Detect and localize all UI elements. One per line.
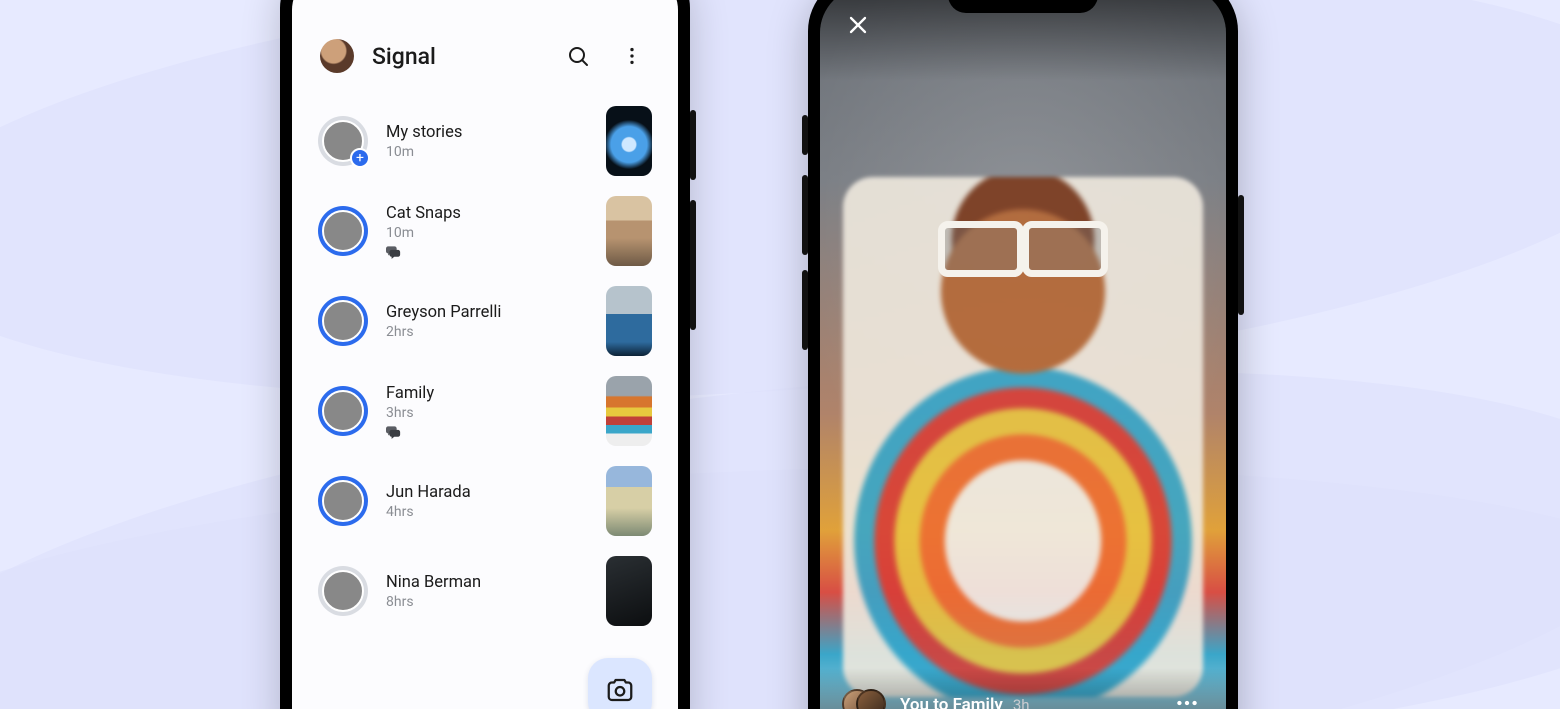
story-ring: + bbox=[318, 116, 368, 166]
more-vertical-icon[interactable] bbox=[614, 38, 650, 74]
story-thumbnail bbox=[606, 466, 652, 536]
close-icon[interactable] bbox=[842, 9, 874, 41]
replies-icon bbox=[386, 425, 588, 439]
story-thumbnail bbox=[606, 286, 652, 356]
story-title: Jun Harada bbox=[386, 483, 588, 502]
app-title: Signal bbox=[372, 43, 542, 70]
story-content[interactable]: You to Family 3h bbox=[820, 0, 1226, 709]
story-row[interactable]: Nina Berman 8hrs bbox=[302, 546, 668, 636]
story-subtitle: 4hrs bbox=[386, 504, 588, 520]
story-title: Family bbox=[386, 384, 588, 403]
phone-story-viewer: You to Family 3h bbox=[808, 0, 1238, 709]
story-row[interactable]: Family 3hrs bbox=[302, 366, 668, 456]
story-thumbnail bbox=[606, 106, 652, 176]
story-subtitle: 10m bbox=[386, 144, 588, 160]
avatar bbox=[322, 570, 364, 612]
avatar bbox=[322, 480, 364, 522]
story-subtitle: 8hrs bbox=[386, 594, 588, 610]
avatar bbox=[322, 210, 364, 252]
story-thumbnail bbox=[606, 556, 652, 626]
story-thumbnail bbox=[606, 376, 652, 446]
replies-icon bbox=[386, 245, 588, 259]
story-title: Cat Snaps bbox=[386, 204, 588, 223]
app-header: Signal bbox=[292, 28, 678, 84]
story-caption: You to Family bbox=[900, 695, 1003, 709]
story-title: Nina Berman bbox=[386, 573, 588, 592]
phone-stories-list: Signal + My stories 10m Cat Snaps 10m Greyson… bbox=[280, 0, 690, 709]
story-title: Greyson Parrelli bbox=[386, 303, 588, 322]
search-icon[interactable] bbox=[560, 38, 596, 74]
story-thumbnail bbox=[606, 196, 652, 266]
story-ring bbox=[318, 476, 368, 526]
plus-icon: + bbox=[350, 148, 370, 168]
story-row[interactable]: + My stories 10m bbox=[302, 96, 668, 186]
stories-list: + My stories 10m Cat Snaps 10m Greyson Parrel… bbox=[292, 84, 678, 636]
story-subtitle: 10m bbox=[386, 225, 588, 241]
camera-fab[interactable] bbox=[588, 658, 652, 709]
story-row[interactable]: Cat Snaps 10m bbox=[302, 186, 668, 276]
story-audience-avatars bbox=[842, 689, 886, 709]
avatar bbox=[322, 390, 364, 432]
story-ring bbox=[318, 206, 368, 256]
story-ring bbox=[318, 386, 368, 436]
story-title: My stories bbox=[386, 123, 588, 142]
more-horizontal-icon[interactable] bbox=[1170, 686, 1204, 709]
story-subtitle: 3hrs bbox=[386, 405, 588, 421]
story-row[interactable]: Greyson Parrelli 2hrs bbox=[302, 276, 668, 366]
avatar bbox=[322, 300, 364, 342]
story-subtitle: 2hrs bbox=[386, 324, 588, 340]
story-ring bbox=[318, 566, 368, 616]
story-row[interactable]: Jun Harada 4hrs bbox=[302, 456, 668, 546]
story-time: 3h bbox=[1013, 696, 1030, 709]
profile-avatar[interactable] bbox=[320, 39, 354, 73]
story-ring bbox=[318, 296, 368, 346]
